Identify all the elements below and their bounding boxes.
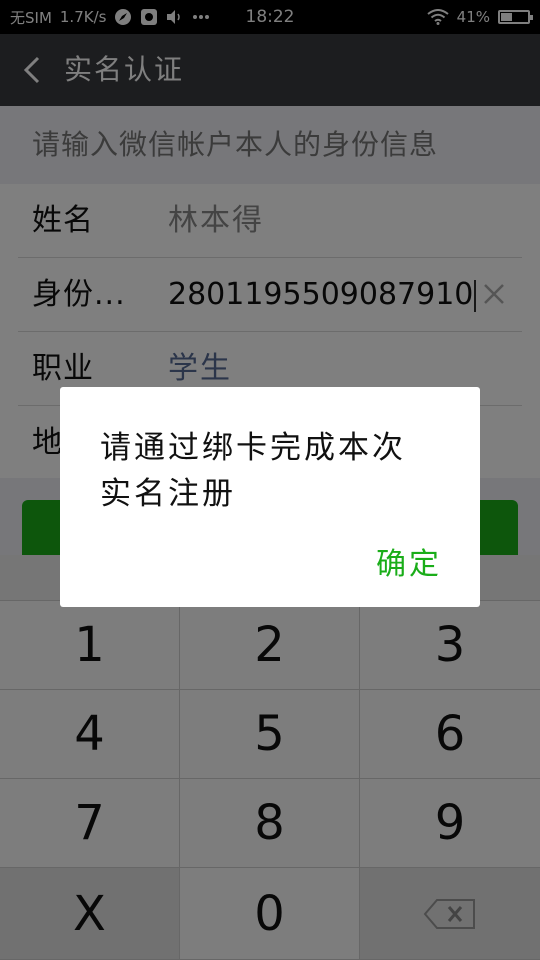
alert-dialog: 请通过绑卡完成本次实名注册 确定 [60,387,480,607]
confirm-button[interactable]: 确定 [376,539,442,583]
dialog-message: 请通过绑卡完成本次实名注册 [100,430,406,512]
